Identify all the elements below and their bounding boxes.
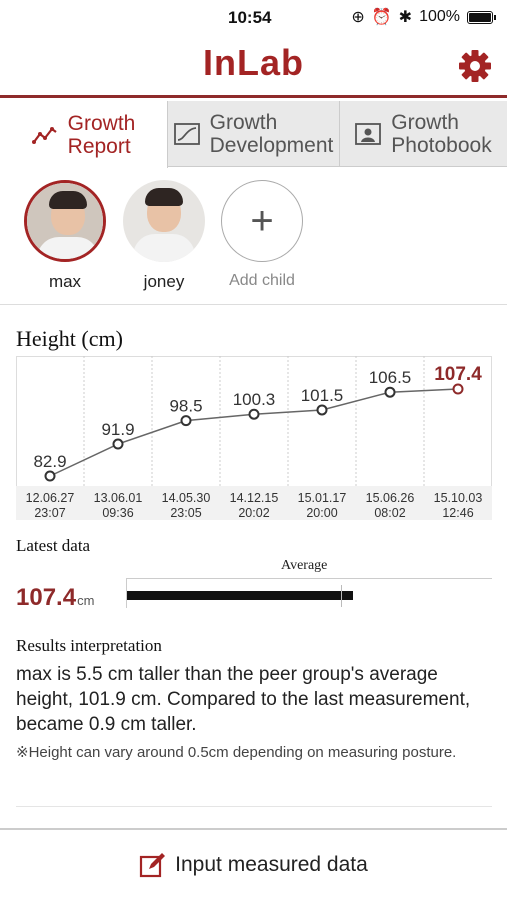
chart-point — [112, 438, 124, 450]
chart-data-label: 100.3 — [233, 390, 276, 409]
tab-growth-photobook[interactable]: Growth Photobook — [340, 101, 507, 167]
average-label: Average — [281, 558, 328, 573]
chart-line-icon — [31, 126, 57, 144]
chart-tick-date: 14.12.15 — [230, 491, 279, 505]
results-text: max is 5.5 cm taller than the peer group… — [16, 664, 471, 735]
input-measured-data-button[interactable]: Input measured data — [0, 830, 507, 900]
child-name: joney — [143, 272, 185, 291]
chart-tick-time: 12:46 — [442, 506, 473, 520]
growth-curve-icon — [173, 123, 200, 145]
tab-growth-development[interactable]: Growth Development — [168, 101, 340, 167]
chart-data-label: 107.4 — [434, 364, 482, 385]
chart-tick-date: 13.06.01 — [94, 491, 143, 505]
status-bar: 10:54 ⊕ ⏰ ✱ 100% — [0, 0, 507, 34]
comparison-bar — [126, 578, 492, 608]
chart-data-label: 98.5 — [169, 397, 202, 416]
tab-label-line1: Growth — [209, 111, 278, 134]
latest-number: 107.4 — [16, 584, 77, 611]
add-child-button[interactable]: + Add child — [220, 180, 304, 290]
latest-data-title: Latest data — [16, 536, 91, 555]
tab-label-line1: Growth — [67, 111, 136, 135]
chart-point — [316, 404, 328, 416]
child-joney[interactable]: joney — [122, 180, 206, 292]
plus-icon: + — [221, 180, 303, 262]
chart-tick-date: 14.05.30 — [162, 491, 211, 505]
bluetooth-icon: ✱ — [398, 9, 413, 26]
battery-icon — [467, 10, 496, 24]
chart-data-label: 82.9 — [33, 452, 66, 471]
chart-tick-time: 08:02 — [374, 506, 405, 520]
chart-tick-date: 15.10.03 — [434, 491, 483, 505]
chart-tick-time: 20:00 — [306, 506, 337, 520]
tab-label-line2: Photobook — [391, 134, 492, 157]
chart-point — [248, 408, 260, 420]
chart-tick-time: 09:36 — [102, 506, 133, 520]
tab-label-line2: Report — [67, 134, 131, 158]
child-name: max — [48, 272, 82, 291]
chart-tick-time: 23:05 — [170, 506, 201, 520]
chart-point — [44, 470, 56, 482]
child-max[interactable]: max — [23, 180, 107, 292]
tab-label-line1: Growth — [391, 111, 459, 134]
chart-tick-date: 15.01.17 — [298, 491, 347, 505]
results-title: Results interpretation — [16, 636, 162, 655]
chart-point — [452, 383, 464, 395]
avatar — [24, 180, 106, 262]
average-marker — [341, 585, 343, 607]
results-note: ※Height can vary around 0.5cm depending … — [16, 744, 457, 761]
chart-data-label: 101.5 — [301, 386, 344, 405]
children-selector: max joney + Add child — [0, 167, 507, 305]
chart-data-label: 106.5 — [369, 368, 412, 387]
chart-tick-date: 15.06.26 — [366, 491, 415, 505]
status-time: 10:54 — [228, 8, 272, 27]
add-child-label: Add child — [229, 272, 295, 289]
tab-label-line2: Development — [209, 134, 334, 157]
photo-portrait-icon — [355, 123, 382, 145]
tab-growth-report[interactable]: Growth Report — [0, 101, 168, 168]
latest-unit: cm — [77, 593, 95, 608]
latest-value: 107.4cm — [16, 584, 94, 612]
chart-data-label: 91.9 — [101, 420, 134, 439]
chart-point — [384, 386, 396, 398]
rotation-lock-icon: ⊕ — [351, 9, 365, 26]
battery-percent: 100% — [419, 8, 460, 25]
chart-point — [180, 415, 192, 427]
current-height-bar — [127, 591, 353, 600]
edit-pencil-icon — [140, 853, 166, 878]
input-measured-data-label: Input measured data — [175, 853, 368, 876]
divider — [16, 806, 492, 807]
gear-icon[interactable] — [457, 48, 493, 84]
avatar — [123, 180, 205, 262]
app-logo: InLab — [203, 42, 304, 83]
chart-tick-time: 23:07 — [34, 506, 65, 520]
app-header: InLab — [0, 34, 507, 98]
alarm-icon: ⏰ — [371, 9, 392, 26]
chart-tick-date: 12.06.27 — [26, 491, 75, 505]
height-chart[interactable]: 82.9 91.9 98.5 100.3 101.5 106.5 107.4 12.06.27… — [16, 356, 492, 520]
tab-bar: Growth Report Growth Development Growth Pho… — [0, 101, 507, 168]
status-icons: ⊕ ⏰ ✱ 100% — [351, 7, 496, 27]
chart-tick-time: 20:02 — [238, 506, 269, 520]
chart-title: Height (cm) — [16, 326, 123, 351]
